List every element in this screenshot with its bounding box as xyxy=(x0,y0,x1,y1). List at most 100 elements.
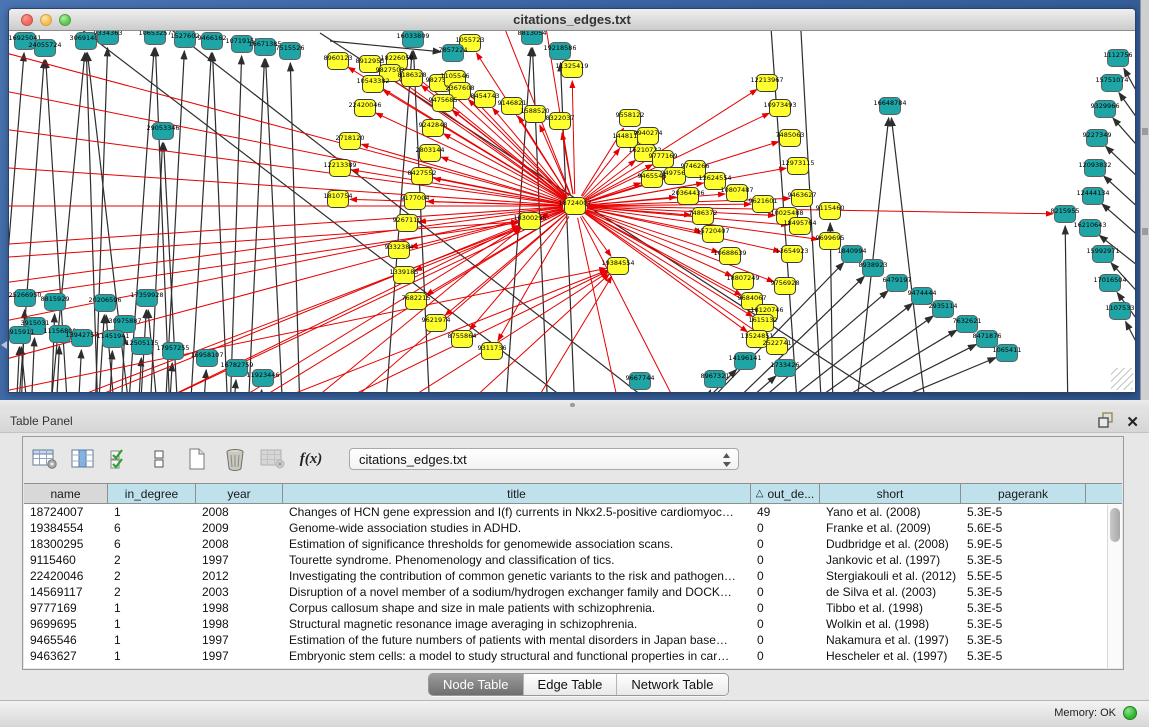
table-row[interactable]: 977716911998Corpus callosum shape and si… xyxy=(24,600,1122,616)
graph-node-label: 9465546 xyxy=(638,172,667,180)
citation-edge-red[interactable] xyxy=(578,218,620,392)
tab-network-table[interactable]: Network Table xyxy=(616,674,727,695)
citation-edge-black[interactable] xyxy=(31,338,34,392)
citation-edge-red[interactable] xyxy=(580,217,680,392)
table-selector-dropdown[interactable]: citations_edges.txt xyxy=(349,448,739,470)
column-header-label: in_degree xyxy=(125,487,178,501)
citation-edge-red[interactable] xyxy=(60,225,519,392)
column-header-out_de[interactable]: △out_de... xyxy=(751,484,820,503)
citation-edge-black[interactable] xyxy=(98,315,104,392)
citation-edge-black[interactable] xyxy=(259,390,262,392)
select-column-icon[interactable] xyxy=(69,445,97,473)
table-row[interactable]: 946554611997Estimation of the future num… xyxy=(24,632,1122,648)
delete-table-icon[interactable] xyxy=(221,445,249,473)
graph-node-label: 16648784 xyxy=(873,99,906,107)
window-resize-grip[interactable] xyxy=(1111,368,1133,390)
tab-edge-table[interactable]: Edge Table xyxy=(523,674,617,695)
citation-edge-black[interactable] xyxy=(248,59,264,392)
citation-edge-red[interactable] xyxy=(444,134,565,200)
citation-edge-black[interactable] xyxy=(891,118,926,392)
column-header-pagerank[interactable]: pagerank xyxy=(961,484,1086,503)
table-panel: Table Panel ✕ xyxy=(0,400,1149,727)
network-view-window[interactable]: citations_edges.txt 18724007183002958960… xyxy=(8,8,1136,393)
graph-node-label: 6479197 xyxy=(883,276,912,284)
vertical-scrollbar[interactable] xyxy=(1107,505,1122,668)
function-builder-icon[interactable]: f(x) xyxy=(297,445,325,473)
citation-edge-red[interactable] xyxy=(572,81,574,194)
table-row[interactable]: 911546021997Tourette syndrome. Phenomeno… xyxy=(24,552,1122,568)
table-cell-name: 19384554 xyxy=(24,520,108,536)
splitter-collapse-icon[interactable] xyxy=(1,341,7,349)
table-cell-short: Wolkin et al. (1998) xyxy=(820,616,961,632)
citation-edge-black[interactable] xyxy=(213,53,228,392)
close-panel-icon[interactable]: ✕ xyxy=(1126,415,1139,431)
column-header-title[interactable]: title xyxy=(283,484,751,503)
tab-node-table[interactable]: Node Table xyxy=(429,674,523,695)
graph-node-label: 18300295 xyxy=(513,214,546,222)
citation-edge-black[interactable] xyxy=(16,347,19,392)
table-cell-out_de: 0 xyxy=(751,648,820,664)
select-rows-icon[interactable] xyxy=(107,445,135,473)
citation-edge-black[interactable] xyxy=(868,358,996,392)
table-cell-out_de: 0 xyxy=(751,584,820,600)
new-table-icon[interactable] xyxy=(183,445,211,473)
table-cell-title: Estimation of the future numbers of pati… xyxy=(283,632,751,648)
citation-edge-black[interactable] xyxy=(1102,204,1135,239)
graph-node-label: 7486372 xyxy=(689,209,718,217)
table-cell-title: Investigating the contribution of common… xyxy=(283,568,751,584)
citation-edge-red[interactable] xyxy=(340,214,566,392)
graph-node-label: 24055724 xyxy=(28,41,61,49)
citation-edge-black[interactable] xyxy=(1126,322,1135,353)
graph-node-label: 1733426 xyxy=(771,361,800,369)
citation-edge-red[interactable] xyxy=(220,227,520,392)
graph-node-label: 16210643 xyxy=(1073,221,1106,229)
graph-node-label: 9667744 xyxy=(626,374,655,382)
citation-edge-black[interactable] xyxy=(290,63,300,392)
table-cell-name: 9699695 xyxy=(24,616,108,632)
table-cell-year: 1997 xyxy=(196,552,283,568)
table-row[interactable]: 1830029562008Estimation of significance … xyxy=(24,536,1122,552)
maximize-window-icon[interactable] xyxy=(59,14,71,26)
table-cell-pagerank: 5.3E-5 xyxy=(961,632,1086,648)
float-panel-icon[interactable] xyxy=(1098,412,1114,433)
split-pane-divider[interactable] xyxy=(0,400,1149,409)
table-row[interactable]: 1456911722003Disruption of a novel membe… xyxy=(24,584,1122,600)
graph-node-label: 7632621 xyxy=(953,317,982,325)
close-window-icon[interactable] xyxy=(21,14,33,26)
table-row[interactable]: 1872400712008Changes of HCN gene express… xyxy=(24,504,1122,520)
citation-edge-black[interactable] xyxy=(1124,68,1135,101)
citation-edge-red[interactable] xyxy=(585,160,636,199)
network-window-titlebar[interactable]: citations_edges.txt xyxy=(9,9,1135,31)
citation-edge-black[interactable] xyxy=(1113,118,1135,151)
citation-edge-black[interactable] xyxy=(1065,226,1068,392)
attribute-browser: f(x) citations_edges.txt name in_degree ye… xyxy=(22,436,1124,670)
column-header-short[interactable]: short xyxy=(820,484,961,503)
column-header-in_degree[interactable]: in_degree xyxy=(108,484,196,503)
column-header-year[interactable]: year xyxy=(196,484,283,503)
citation-edge-black[interactable] xyxy=(78,350,81,392)
network-canvas[interactable]: 1872400718300295896012389129551822605898… xyxy=(9,31,1135,392)
citation-edge-black[interactable] xyxy=(169,363,172,392)
table-row[interactable]: 2242004622012Investigating the contribut… xyxy=(24,568,1122,584)
citation-edge-black[interactable] xyxy=(233,380,236,392)
table-row[interactable]: 1938455462009Genome-wide association stu… xyxy=(24,520,1122,536)
table-row[interactable]: 946362711997Embryonic stem cells: a mode… xyxy=(24,648,1122,664)
table-settings-icon[interactable] xyxy=(31,445,59,473)
citation-edge-red[interactable] xyxy=(9,46,563,203)
minimize-window-icon[interactable] xyxy=(40,14,52,26)
column-header-name[interactable]: name xyxy=(24,484,108,503)
table-row[interactable]: 969969511998Structural magnetic resonanc… xyxy=(24,616,1122,632)
citation-network-graph[interactable]: 1872400718300295896012389129551822605898… xyxy=(9,31,1135,392)
table-cell-short: Jankovic et al. (1997) xyxy=(820,552,961,568)
graph-node-label: 1339185 xyxy=(390,268,419,276)
graph-node-label: 18807249 xyxy=(726,274,759,282)
divider-handle-icon[interactable] xyxy=(570,403,575,407)
citation-edge-black[interactable] xyxy=(1119,93,1135,125)
citation-edge-black[interactable] xyxy=(700,390,710,392)
scrollbar-thumb[interactable] xyxy=(1110,508,1120,542)
graph-node-label: 17359928 xyxy=(130,291,163,299)
citation-edge-red[interactable] xyxy=(460,274,609,392)
memory-ok-indicator-icon[interactable] xyxy=(1123,706,1137,720)
row-height-icon[interactable] xyxy=(145,445,173,473)
table-cell-out_de: 0 xyxy=(751,632,820,648)
